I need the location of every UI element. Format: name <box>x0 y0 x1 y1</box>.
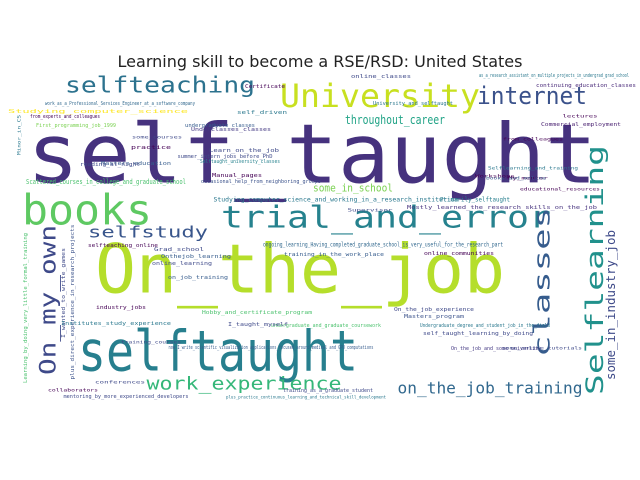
cloud-word: Masters_program <box>404 314 464 320</box>
cloud-word: lectures <box>563 114 599 119</box>
cloud-word: Studying_computer_science <box>8 109 188 115</box>
cloud-word: undergraduate_classes <box>185 123 255 129</box>
cloud-word: reading_at_night <box>80 162 140 168</box>
cloud-word: Grad_school <box>154 247 204 253</box>
cloud-word: some_in_school <box>313 182 393 195</box>
cloud-word: Hobby_and_certificate_program <box>202 310 312 316</box>
cloud-word: on_job_training <box>168 275 228 281</box>
cloud-word: work_as_a_Professional_Services_Engineer… <box>45 101 195 107</box>
cloud-word: some_courses <box>132 135 183 140</box>
figure: Learning skill to become a RSE/RSD: Unit… <box>0 0 640 480</box>
cloud-word: Mostly_learned_the_research_skills_on_th… <box>407 205 597 211</box>
cloud-word: Learning_by_doing_very_little_formal_tra… <box>23 233 29 383</box>
cloud-word: Selftaught_university_classes <box>200 159 280 165</box>
cloud-word: conferences <box>95 380 146 385</box>
cloud-word: Certificate <box>245 84 285 90</box>
cloud-word: On_my_own <box>37 225 62 375</box>
cloud-word: some_in_industry_job <box>604 230 618 380</box>
cloud-word: online_classes <box>351 74 411 80</box>
cloud-word: collaborators <box>48 388 99 393</box>
cloud-word: selfteaching <box>65 74 255 99</box>
cloud-word: First_programming_job_1999 <box>36 123 116 129</box>
cloud-word: classes <box>531 207 556 357</box>
cloud-word: throughout_career <box>345 113 445 127</box>
cloud-word: plus_practice_continuous_learning_and_te… <box>226 395 387 400</box>
cloud-word: Learn_on_the_job <box>209 148 279 154</box>
cloud-word: Onthejob_learning <box>161 254 231 260</box>
cloud-word: now_I_write_scientific_visualization_app… <box>169 345 374 351</box>
cloud-word: from_colleagues <box>503 137 564 142</box>
cloud-word: continuing_education_classes <box>536 83 636 89</box>
cloud-word: self_driven <box>237 110 287 116</box>
cloud-word: self_taught_learning_by_doing <box>423 331 533 337</box>
cloud-word: Selflearning_and_training <box>488 166 579 171</box>
cloud-word: online_learning <box>152 261 212 267</box>
cloud-word: Scattered_courses_in_college_and_graduat… <box>26 178 186 186</box>
cloud-word: occasional_help_from_neighboring_groups <box>201 179 321 185</box>
cloud-word: I_taught_myself <box>228 322 288 328</box>
cloud-word: mentoring_by_more_experienced_developers <box>64 394 189 400</box>
cloud-word: On_the_job_experience <box>394 307 474 313</box>
cloud-word: training_as_a_graduate_student <box>283 388 373 394</box>
cloud-word: Manual_pages <box>212 173 262 179</box>
cloud-word: training_courses <box>121 340 182 345</box>
cloud-word: Supervisor <box>348 208 394 213</box>
cloud-word: Institutes_study_experience <box>61 321 171 327</box>
cloud-word: selfteaching_online <box>88 243 158 249</box>
cloud-word: on_the_job_training <box>398 379 583 398</box>
cloud-word: industry_jobs <box>96 305 146 311</box>
word-cloud: self_taughtOn_the_jobselftaughtbooksUniv… <box>8 73 636 400</box>
cloud-word: training_in_the_work_place <box>284 252 384 258</box>
cloud-word: as_a_research_assistant_on_multiple_proj… <box>479 73 629 79</box>
cloud-word: online_communities <box>424 251 494 257</box>
cloud-word: Undergraduate_degree_and_student_job_in_… <box>420 323 550 329</box>
cloud-word: educational_resources <box>520 187 601 192</box>
cloud-word: plus_direct_experience_in_research_proje… <box>70 225 76 380</box>
cloud-word: ongoing_learning_Having_completed_gradua… <box>263 242 503 249</box>
cloud-word: selfstudy <box>88 223 208 242</box>
cloud-word: University <box>280 77 480 115</box>
cloud-word: practice <box>131 145 171 151</box>
cloud-word: University_and_selftaught <box>373 101 453 107</box>
cloud-word: Commercial_employment <box>541 122 621 128</box>
cloud-word: some_online_tutorials <box>502 346 583 351</box>
cloud-word: Minor_in_CS <box>17 114 22 155</box>
cloud-word: Studying_computer_science_and_working_in… <box>214 197 459 204</box>
cloud-word: Workshops <box>475 174 516 179</box>
